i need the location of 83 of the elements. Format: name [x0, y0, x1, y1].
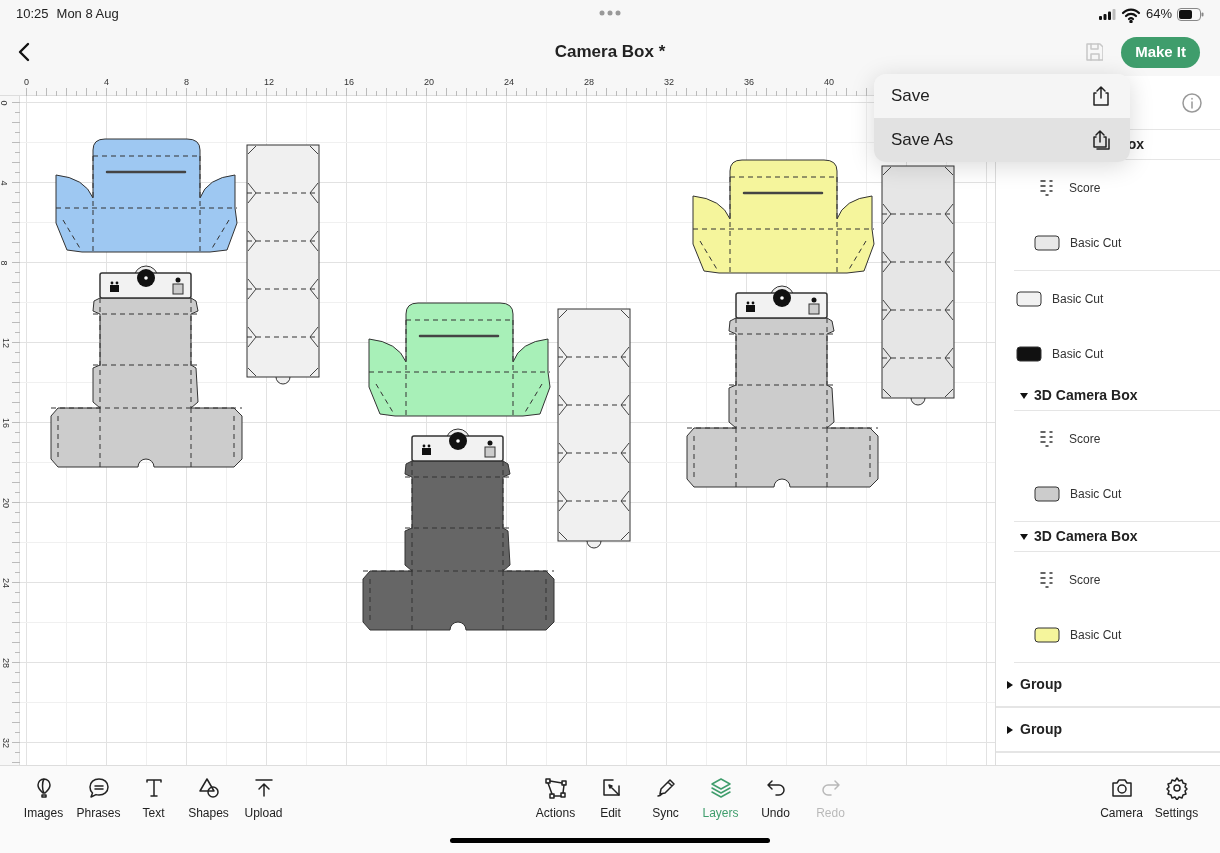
layer-row[interactable]: Score [1014, 552, 1220, 607]
layer-label: Basic Cut [1070, 234, 1122, 252]
toolbar-button[interactable]: Undo [748, 776, 803, 822]
ruler-label: 0 [0, 100, 9, 106]
layer-label: Score [1069, 430, 1101, 448]
ruler-label: 28 [1, 658, 11, 668]
toolbar-button[interactable]: Upload [236, 776, 291, 822]
signal-icon [1098, 8, 1116, 20]
shapes-icon [196, 776, 221, 800]
box-body-drawing[interactable] [686, 285, 879, 489]
layer-label: Basic Cut [1052, 345, 1104, 363]
battery-icon [1177, 7, 1204, 21]
vector-path-icon [543, 776, 568, 800]
box-lid-drawing[interactable] [692, 159, 875, 275]
score-lines-icon [1040, 178, 1053, 197]
group-title: 3D Camera Box [1034, 386, 1138, 405]
box-lid-drawing[interactable] [55, 138, 238, 254]
score-lines-icon [1040, 570, 1053, 589]
layer-label: Score [1069, 571, 1101, 589]
group-title: Group [1020, 720, 1062, 739]
layer-group-row[interactable]: 3D Camera Box [1014, 381, 1220, 411]
layer-row[interactable]: Basic Cut [1014, 607, 1220, 662]
layer-row[interactable]: Basic Cut [1014, 466, 1220, 521]
ruler-label: 12 [264, 77, 274, 87]
layers-icon [708, 776, 733, 800]
status-date: Mon 8 Aug [56, 5, 119, 24]
ruler-label: 16 [344, 77, 354, 87]
side-strip-drawing[interactable] [881, 165, 955, 407]
menu-item[interactable]: Save [874, 74, 1130, 118]
layer-group-row[interactable]: Group [996, 708, 1220, 752]
group-title: Group [1020, 675, 1062, 694]
settings-icon [1164, 776, 1189, 800]
ruler-label: 8 [0, 260, 9, 266]
ruler-label: 40 [824, 77, 834, 87]
layer-label: Score [1069, 179, 1101, 197]
layer-row[interactable]: Basic Cut [996, 326, 1220, 381]
wifi-icon [1120, 5, 1141, 23]
layer-label: Basic Cut [1052, 290, 1104, 308]
menu-item[interactable]: Save As [874, 118, 1130, 162]
ruler-label: 32 [664, 77, 674, 87]
toolbar-button[interactable]: Sync [638, 776, 693, 822]
toolbar-button[interactable]: Phrases [71, 776, 126, 822]
ruler-label: 4 [104, 77, 109, 87]
score-lines-icon [1040, 429, 1053, 448]
box-lid-drawing[interactable] [368, 302, 551, 418]
more-dots-icon[interactable] [599, 10, 621, 16]
speech-bubble-icon [86, 776, 111, 800]
ruler-label: 32 [1, 738, 11, 748]
ruler-label: 8 [184, 77, 189, 87]
battery-percentage: 64% [1145, 5, 1172, 24]
group-title: 3D Camera Box [1034, 527, 1138, 546]
ruler-label: 24 [1, 578, 11, 588]
toolbar-button[interactable]: Settings [1149, 776, 1204, 822]
layer-row[interactable]: Score [1014, 160, 1220, 215]
layer-row[interactable]: Basic Cut [1014, 215, 1220, 270]
box-body-drawing[interactable] [50, 265, 243, 469]
layer-group-row[interactable]: Group [996, 663, 1220, 707]
toolbar-button[interactable]: Shapes [181, 776, 236, 822]
side-strip-drawing[interactable] [246, 144, 320, 386]
ruler-label: 28 [584, 77, 594, 87]
layer-label: Basic Cut [1070, 485, 1122, 503]
ruler-label: 16 [1, 418, 11, 428]
status-time: 10:25 [16, 5, 49, 24]
toolbar-button[interactable]: Actions [528, 776, 583, 822]
ruler-label: 20 [1, 498, 11, 508]
layer-row[interactable]: Score [1014, 411, 1220, 466]
toolbar-button[interactable]: Text [126, 776, 181, 822]
ruler-label: 4 [0, 180, 9, 186]
ruler-label: 20 [424, 77, 434, 87]
layer-group-row[interactable]: 3D Camera Box [1014, 522, 1220, 552]
layer-row[interactable]: Basic Cut [996, 271, 1220, 326]
info-icon [1180, 90, 1204, 115]
layer-label: Basic Cut [1070, 626, 1122, 644]
ruler-label: 12 [1, 338, 11, 348]
toolbar-button[interactable]: Images [16, 776, 71, 822]
box-body-drawing[interactable] [362, 428, 555, 632]
document-title: Camera Box * [554, 41, 666, 64]
toolbar-button[interactable]: Edit [583, 776, 638, 822]
ruler-label: 36 [744, 77, 754, 87]
ruler-label: 24 [504, 77, 514, 87]
ruler-label: 0 [24, 77, 29, 87]
toolbar-button[interactable]: Camera [1094, 776, 1149, 822]
camera-icon [1109, 776, 1134, 800]
